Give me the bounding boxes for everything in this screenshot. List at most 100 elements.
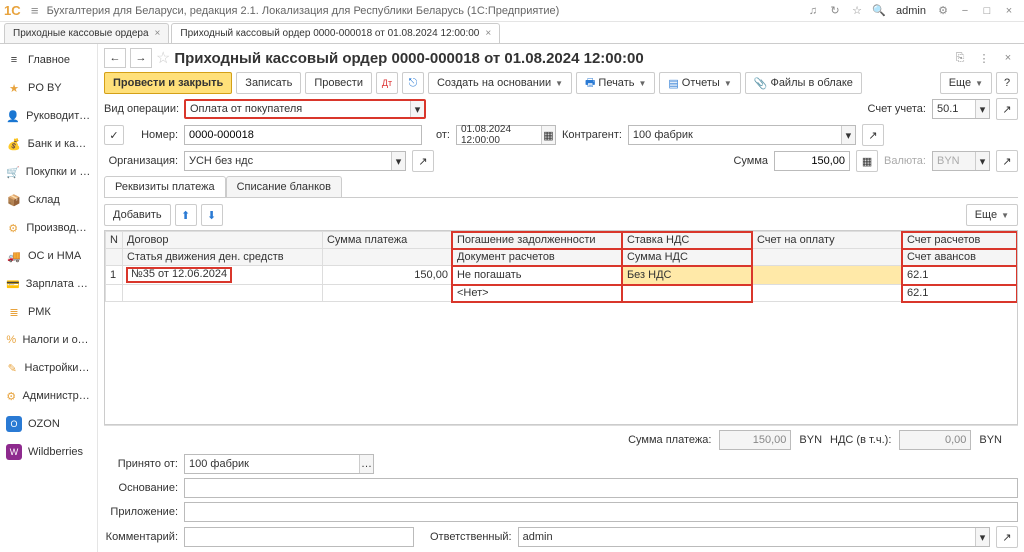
move-up-button[interactable]: ⬆	[175, 204, 197, 226]
history-icon[interactable]: ↻	[825, 1, 845, 21]
tab-forms[interactable]: Списание бланков	[226, 176, 342, 197]
sidebar-item-admin[interactable]: ⚙Администрирование	[0, 382, 97, 410]
link-icon[interactable]: ⎘	[950, 48, 970, 68]
doc-cell: <Нет>	[452, 285, 622, 302]
table-row[interactable]: 1 №35 от 12.06.2024 150,00 Не погашать Б…	[106, 266, 1017, 285]
sidebar-item-production[interactable]: ⚙Производство	[0, 214, 97, 242]
move-down-button[interactable]: ⬇	[201, 204, 223, 226]
posted-icon: ✓	[104, 125, 124, 145]
col-cashflow: Статья движения ден. средств	[122, 249, 322, 266]
write-button[interactable]: Записать	[236, 72, 301, 94]
open-responsible-button[interactable]: ↗	[996, 526, 1018, 548]
comment-field[interactable]	[184, 527, 414, 547]
contractor-label: Контрагент:	[562, 129, 622, 141]
reports-button[interactable]: ▤Отчеты▼	[659, 72, 740, 94]
sidebar-item-assets[interactable]: 🚚ОС и НМА	[0, 242, 97, 270]
sidebar-item-taxes[interactable]: %Налоги и отчетность	[0, 326, 97, 354]
account-select[interactable]: 50.1▾	[932, 99, 990, 119]
calendar-icon[interactable]: ▦	[541, 126, 555, 144]
sum-field[interactable]	[774, 151, 850, 171]
minimize-icon[interactable]: −	[955, 1, 975, 21]
chevron-down-icon[interactable]: ▾	[410, 101, 424, 117]
tab-list[interactable]: Приходные кассовые ордера×	[4, 23, 169, 43]
post-button[interactable]: Провести	[305, 72, 372, 94]
tab-document[interactable]: Приходный кассовый ордер 0000-000018 от …	[171, 23, 500, 43]
structure-icon[interactable]: ⎋	[402, 72, 424, 94]
grid-more-button[interactable]: Еще▼	[966, 204, 1018, 226]
dt-kt-icon[interactable]: Дт	[376, 72, 398, 94]
total-sum-field	[719, 430, 791, 450]
open-contractor-button[interactable]: ↗	[862, 124, 884, 146]
open-org-button[interactable]: ↗	[412, 150, 434, 172]
back-button[interactable]: ←	[104, 48, 126, 68]
more-button[interactable]: Еще▼	[940, 72, 992, 94]
close-icon[interactable]: ×	[999, 1, 1019, 21]
sidebar-item-bank[interactable]: 💰Банк и касса	[0, 130, 97, 158]
sidebar-item-settings[interactable]: ✎Настройки учета	[0, 354, 97, 382]
calc-icon[interactable]: ▦	[856, 150, 878, 172]
responsible-select[interactable]: admin▾	[518, 527, 990, 547]
account-label: Счет учета:	[868, 103, 926, 115]
org-select[interactable]: УСН без ндс▾	[184, 151, 406, 171]
col-acc-settle: Счет расчетов	[902, 232, 1016, 249]
sidebar-item-sales[interactable]: 🛒Покупки и продажи	[0, 158, 97, 186]
sidebar-item-salary[interactable]: 💳Зарплата и кадры	[0, 270, 97, 298]
received-from-label: Принято от:	[104, 458, 178, 470]
open-currency-button[interactable]: ↗	[996, 150, 1018, 172]
user-name[interactable]: admin	[896, 5, 926, 17]
menu-icon[interactable]: ≡	[27, 3, 43, 19]
star-icon[interactable]: ☆	[847, 1, 867, 21]
add-row-button[interactable]: Добавить	[104, 204, 171, 226]
sidebar-item-main[interactable]: ≡Главное	[0, 46, 97, 74]
number-field[interactable]	[184, 125, 422, 145]
col-debt: Погашение задолженности	[452, 232, 622, 249]
favorite-icon[interactable]: ☆	[156, 48, 170, 68]
basis-label: Основание:	[104, 482, 178, 494]
contractor-select[interactable]: 100 фабрик▾	[628, 125, 856, 145]
help-button[interactable]: ?	[996, 72, 1018, 94]
cloud-files-button[interactable]: 📎Файлы в облаке	[745, 72, 862, 94]
settings-icon[interactable]: ⚙	[933, 1, 953, 21]
sum-label: Сумма	[733, 155, 768, 167]
menu-dots-icon[interactable]: ⋮	[974, 48, 994, 68]
print-button[interactable]: 🖶Печать▼	[576, 72, 655, 94]
maximize-icon[interactable]: □	[977, 1, 997, 21]
org-label: Организация:	[104, 155, 178, 167]
app-title: Бухгалтерия для Беларуси, редакция 2.1. …	[47, 5, 560, 17]
total-sum-label: Сумма платежа:	[628, 434, 711, 446]
save-close-button[interactable]: Провести и закрыть	[104, 72, 232, 94]
sidebar-item-warehouse[interactable]: 📦Склад	[0, 186, 97, 214]
tab-payment-details[interactable]: Реквизиты платежа	[104, 176, 226, 197]
clip-icon: 📎	[754, 77, 768, 90]
forward-button[interactable]: →	[130, 48, 152, 68]
attachment-field[interactable]	[184, 502, 1018, 522]
sidebar-item-poby[interactable]: ★PO BY	[0, 74, 97, 102]
search-icon[interactable]: 🔍	[869, 1, 889, 21]
sum-cell: 150,00	[322, 266, 452, 285]
sidebar-item-manager[interactable]: 👤Руководителю	[0, 102, 97, 130]
table-row[interactable]: <Нет> 62.1	[106, 285, 1017, 302]
create-based-button[interactable]: Создать на основании▼	[428, 72, 572, 94]
date-field[interactable]: 01.08.2024 12:00:00▦	[456, 125, 556, 145]
payment-grid[interactable]: N Договор Сумма платежа Погашение задолж…	[104, 230, 1018, 425]
bell-icon[interactable]: ♫	[803, 1, 823, 21]
close-panel-icon[interactable]: ×	[998, 48, 1018, 68]
page-title: Приходный кассовый ордер 0000-000018 от …	[174, 50, 643, 67]
sidebar: ≡Главное ★PO BY 👤Руководителю 💰Банк и ка…	[0, 44, 98, 552]
sidebar-item-rmk[interactable]: ≣РМК	[0, 298, 97, 326]
op-type-select[interactable]: Оплата от покупателя▾	[184, 99, 426, 119]
sidebar-item-ozon[interactable]: OOZON	[0, 410, 97, 438]
received-from-field[interactable]: 100 фабрик…	[184, 454, 374, 474]
basis-field[interactable]	[184, 478, 1018, 498]
attachment-label: Приложение:	[104, 506, 178, 518]
app-logo: 1С	[4, 3, 21, 18]
close-icon[interactable]: ×	[485, 28, 491, 39]
col-vat-sum: Сумма НДС	[622, 249, 752, 266]
titlebar: 1С ≡ Бухгалтерия для Беларуси, редакция …	[0, 0, 1024, 22]
total-vat-field	[899, 430, 971, 450]
acc-settle-cell: 62.1	[902, 266, 1016, 285]
close-icon[interactable]: ×	[155, 28, 161, 39]
open-account-button[interactable]: ↗	[996, 98, 1018, 120]
col-sum: Сумма платежа	[322, 232, 452, 249]
sidebar-item-wb[interactable]: WWildberries	[0, 438, 97, 466]
